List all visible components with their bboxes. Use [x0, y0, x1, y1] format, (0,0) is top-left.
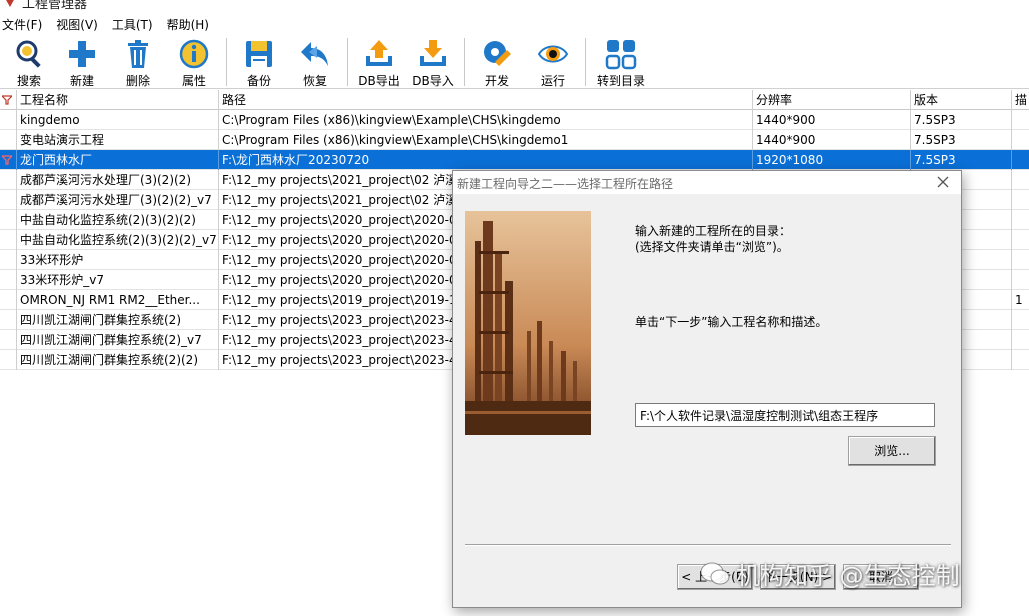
eye-icon: [537, 45, 569, 63]
cell-name: 中盐自动化监控系统(2)(3)(2)(2)_v7: [17, 230, 219, 250]
cell-name: OMRON_NJ RM1 RM2__Ether...: [17, 290, 219, 310]
cell-version: 7.5SP3: [911, 150, 1012, 170]
column-header-resolution[interactable]: 分辨率: [753, 90, 911, 110]
plus-icon: [69, 41, 95, 67]
column-header-version[interactable]: 版本: [911, 90, 1012, 110]
cell-description: [1012, 310, 1029, 330]
cell-description: [1012, 230, 1029, 250]
cell-path: C:\Program Files (x86)\kingview\Example\…: [219, 130, 753, 150]
info-icon: [179, 39, 209, 69]
trash-icon: [128, 40, 148, 68]
toolbar-separator: [226, 38, 227, 86]
delete-button[interactable]: 删除: [110, 35, 166, 89]
dialog-titlebar: 新建工程向导之二——选择工程所在路径: [453, 171, 961, 195]
cell-name: 成都芦溪河污水处理厂(3)(2)(2): [17, 170, 219, 190]
watermark: 机构知乎 @生态控制: [700, 556, 960, 591]
close-icon[interactable]: [935, 174, 951, 190]
project-path-input[interactable]: [635, 403, 935, 427]
db-export-button[interactable]: DB导出: [352, 35, 406, 89]
restore-button[interactable]: 恢复: [287, 35, 343, 89]
goto-directory-button[interactable]: 转到目录: [590, 35, 652, 89]
cell-version: 7.5SP3: [911, 110, 1012, 130]
menu-help[interactable]: 帮助(H): [163, 16, 219, 33]
cell-resolution: 1920*1080: [753, 150, 911, 170]
undo-arrow-icon: [301, 42, 328, 66]
menu-view[interactable]: 视图(V): [52, 16, 108, 33]
search-button[interactable]: 搜索: [4, 35, 54, 89]
window-titlebar: 工程管理器: [0, 0, 1029, 12]
cell-name: 龙门西林水厂: [17, 150, 219, 170]
grid-folder-icon: [605, 40, 637, 70]
wechat-icon: [700, 562, 730, 584]
cell-description: [1012, 190, 1029, 210]
cell-description: [1012, 150, 1029, 170]
export-icon: [366, 40, 392, 66]
run-button[interactable]: 运行: [525, 35, 581, 89]
table-row-selected[interactable]: 龙门西林水厂 F:\龙门西林水厂20230720 1920*1080 7.5SP…: [0, 150, 1029, 170]
cell-description: 1: [1015, 293, 1023, 307]
search-icon: [16, 40, 41, 68]
cell-name: 四川凯江湖闸门群集控系统(2)_v7: [17, 330, 219, 350]
table-header: 工程名称 路径 分辨率 版本 描: [0, 90, 1029, 110]
toolbar: 搜索 新建 删除 属性 备份 恢复 DB导出 DB导入 开发 运行 转到目录: [0, 35, 1029, 89]
cell-description: [1012, 130, 1029, 150]
new-button[interactable]: 新建: [54, 35, 110, 89]
cell-name: 变电站演示工程: [17, 130, 219, 150]
column-header-description[interactable]: 描: [1012, 90, 1029, 110]
cell-description: [1012, 350, 1029, 370]
cell-description: [1012, 250, 1029, 270]
menubar: 文件(F) 视图(V) 工具(T) 帮助(H): [0, 14, 1029, 34]
cell-name: 33米环形炉: [17, 250, 219, 270]
cell-description: [1012, 210, 1029, 230]
cell-description: [1012, 170, 1029, 190]
cell-name: 33米环形炉_v7: [17, 270, 219, 290]
cell-description: [1012, 330, 1029, 350]
filter-icon[interactable]: [0, 90, 17, 110]
next-step-hint: 单击“下一步”输入工程名称和描述。: [635, 315, 828, 329]
column-header-path[interactable]: 路径: [219, 90, 753, 110]
cell-path: C:\Program Files (x86)\kingview\Example\…: [219, 110, 753, 130]
refinery-illustration: [465, 211, 591, 435]
toolbar-separator: [464, 38, 465, 86]
cell-path: F:\龙门西林水厂20230720: [219, 150, 753, 170]
properties-button[interactable]: 属性: [166, 35, 222, 89]
toolbar-separator: [585, 38, 586, 86]
menu-file[interactable]: 文件(F): [0, 16, 52, 33]
current-row-marker-icon: [0, 150, 17, 170]
app-logo-icon: [6, 0, 14, 7]
cell-description: [1012, 270, 1029, 290]
dialog-title: 新建工程向导之二——选择工程所在路径: [457, 177, 674, 191]
dialog-divider: [465, 544, 951, 546]
cell-resolution: 1440*900: [753, 110, 911, 130]
window-title: 工程管理器: [22, 0, 88, 12]
import-icon: [420, 40, 446, 66]
db-import-button[interactable]: DB导入: [406, 35, 460, 89]
column-header-name[interactable]: 工程名称: [17, 90, 219, 110]
gear-pencil-icon: [484, 41, 511, 66]
menu-tools[interactable]: 工具(T): [108, 16, 163, 33]
cell-name: 四川凯江湖闸门群集控系统(2): [17, 310, 219, 330]
browse-button[interactable]: 浏览...: [848, 436, 936, 466]
toolbar-separator: [347, 38, 348, 86]
cell-description: [1012, 110, 1029, 130]
cell-resolution: 1440*900: [753, 130, 911, 150]
cell-version: 7.5SP3: [911, 130, 1012, 150]
table-row[interactable]: kingdemo C:\Program Files (x86)\kingview…: [0, 110, 1029, 130]
cell-name: kingdemo: [17, 110, 219, 130]
develop-button[interactable]: 开发: [469, 35, 525, 89]
table-row[interactable]: 变电站演示工程 C:\Program Files (x86)\kingview\…: [0, 130, 1029, 150]
instruction-text: 输入新建的工程所在的目录： (选择文件夹请单击“浏览”)。: [635, 224, 792, 254]
cell-name: 四川凯江湖闸门群集控系统(2)(2): [17, 350, 219, 370]
cell-name: 成都芦溪河污水处理厂(3)(2)(2)_v7: [17, 190, 219, 210]
cell-name: 中盐自动化监控系统(2)(3)(2)(2): [17, 210, 219, 230]
backup-button[interactable]: 备份: [231, 35, 287, 89]
floppy-disk-icon: [246, 41, 272, 67]
new-project-wizard-dialog: 新建工程向导之二——选择工程所在路径 输入新建的工程所在的目录： (选择文件夹请…: [452, 170, 962, 608]
